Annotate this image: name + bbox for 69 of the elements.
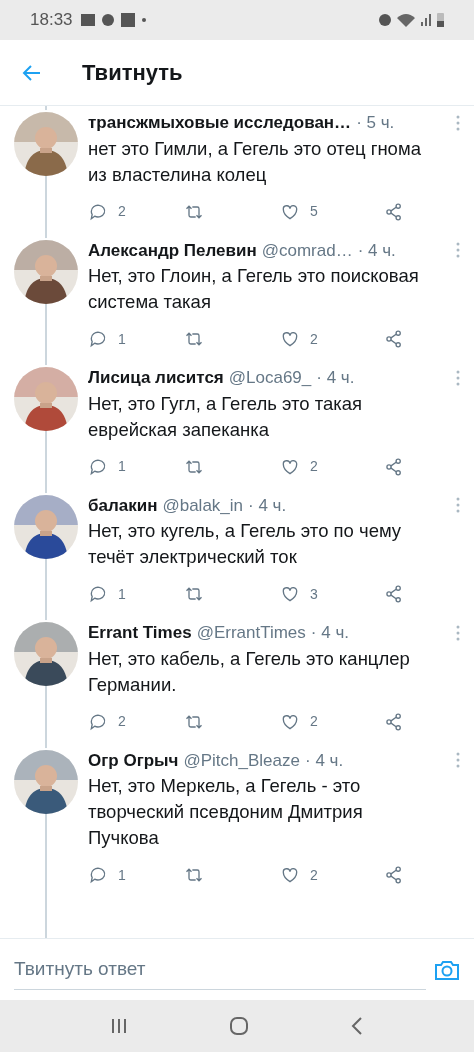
tweet-text: Нет, это Глоин, а Гегель это поисковая система такая [88, 264, 420, 314]
reply-icon [88, 865, 108, 885]
share-icon[interactable] [384, 201, 404, 222]
like-button[interactable]: 2 [280, 456, 376, 477]
like-button[interactable]: 2 [280, 328, 376, 350]
reply-count: 1 [118, 584, 126, 604]
reply-count: 1 [118, 457, 126, 476]
tweet-text: Нет, это Гугл, а Гегель это такая еврейская запеканка [88, 391, 364, 442]
like-count: 2 [310, 457, 318, 476]
like-button[interactable]: 2 [280, 864, 376, 886]
battery-icon [437, 13, 444, 27]
share-icon[interactable] [384, 711, 404, 732]
tweet-time: · 4 ч. [248, 494, 287, 517]
wifi-icon [397, 13, 415, 27]
author-name: Лисица лисится [88, 367, 224, 389]
author-handle: @ErrantTimes [196, 622, 306, 644]
like-button[interactable]: 3 [280, 583, 376, 605]
author-handle: @comrad… [261, 239, 353, 262]
reply-count: 2 [118, 712, 126, 731]
author-handle: @Pitch_Bleaze [183, 749, 300, 772]
tweet-time: · 4 ч. [316, 367, 355, 389]
like-count: 3 [310, 584, 318, 604]
author-handle: @Loca69_ [228, 367, 312, 389]
home-icon[interactable] [229, 1016, 249, 1036]
author-name: Огр Огрыч [88, 749, 179, 772]
dot-icon [141, 18, 146, 22]
author-handle: @balak_in [162, 494, 244, 517]
reply-button[interactable]: 1 [88, 328, 184, 350]
tweet-text: Нет, это Меркель, а Гегель - это творческий псевдоним Дмитрия Пучкова [88, 774, 364, 850]
author-name: трансжмыховые исследован… [88, 112, 352, 134]
reply-button[interactable]: 2 [88, 201, 184, 222]
clock: 18:33 [30, 9, 73, 32]
reply-button[interactable]: 1 [88, 864, 184, 886]
reply-count: 1 [118, 329, 126, 349]
tweet-time: · 4 ч. [305, 749, 344, 772]
author-name: Errant Times [88, 622, 192, 644]
share-icon[interactable] [384, 865, 404, 885]
page-title: Твитнуть [82, 59, 183, 87]
reply-button[interactable]: 1 [88, 456, 184, 477]
reply-icon [88, 584, 108, 604]
like-button[interactable]: 2 [280, 711, 376, 732]
like-count: 5 [310, 202, 318, 221]
recents-icon[interactable] [110, 1017, 129, 1035]
tweet-time: · 4 ч. [357, 239, 396, 262]
heart-icon [280, 329, 300, 349]
back-icon[interactable] [349, 1016, 364, 1036]
reply-button[interactable]: 1 [88, 583, 184, 605]
reply-field[interactable]: Твитнуть ответ [14, 949, 426, 990]
share-icon[interactable] [384, 329, 404, 349]
share-icon[interactable] [384, 456, 404, 477]
like-button[interactable]: 5 [280, 201, 376, 222]
like-count: 2 [310, 329, 318, 349]
heart-icon [280, 865, 300, 885]
reply-count: 1 [118, 865, 126, 885]
reply-count: 2 [118, 202, 126, 221]
tweet-text: Нет, это кабель, а Гегель это канцлер Германии. [88, 646, 411, 697]
like-count: 2 [310, 865, 318, 885]
tweet-time: · 4 ч. [310, 622, 349, 644]
tweet-text: Нет, это кугель, а Гегель это по чему течёт электрический ток [88, 519, 403, 569]
author-name: Александр Пелевин [88, 239, 257, 262]
like-count: 2 [310, 712, 318, 731]
signal-icon [421, 14, 431, 26]
reply-icon [88, 329, 108, 349]
heart-icon [280, 584, 300, 604]
share-icon[interactable] [384, 584, 404, 604]
author-name: балакин [88, 494, 158, 517]
tweet-text: нет это Гимли, а Гегель это отец гнома из властелина колец [88, 136, 422, 187]
reply-button[interactable]: 2 [88, 711, 184, 732]
tweet-time: · 5 ч. [356, 112, 395, 134]
